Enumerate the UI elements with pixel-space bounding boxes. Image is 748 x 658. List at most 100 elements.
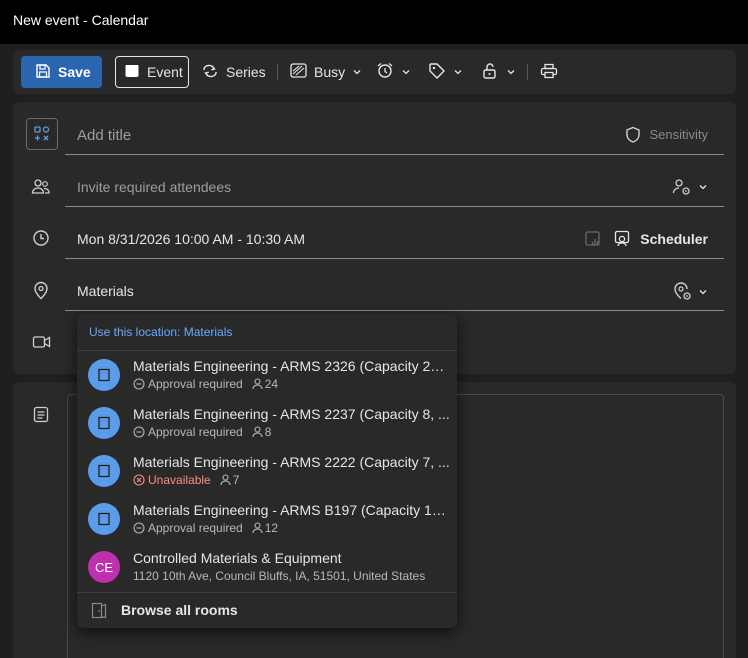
busy-dropdown[interactable]: Busy [290, 56, 362, 88]
approval-required-icon [133, 378, 145, 390]
room-capacity-value: 8 [264, 425, 272, 439]
chevron-down-icon [507, 70, 515, 75]
save-label: Save [58, 64, 91, 80]
location-input[interactable]: Materials [77, 283, 134, 299]
building-icon [98, 512, 110, 526]
room-suggestion[interactable]: Materials Engineering - ARMS 2237 (Capac… [77, 399, 457, 447]
room-capacity: 12 [252, 521, 278, 535]
approval-required-icon [133, 426, 145, 438]
room-meta: Approval required 8 [133, 425, 271, 439]
contact-address: 1120 10th Ave, Council Bluffs, IA, 51501… [133, 569, 426, 583]
room-capacity: 8 [252, 425, 272, 439]
sensitivity-button[interactable]: Sensitivity [625, 126, 708, 143]
location-settings-icon [674, 282, 691, 300]
room-status: Unavailable [148, 473, 211, 487]
video-call-icon [30, 331, 52, 353]
datetime-value[interactable]: Mon 8/31/2026 10:00 AM - 10:30 AM [77, 231, 305, 247]
title-input[interactable]: Add title [77, 127, 131, 144]
repeat-icon [201, 63, 219, 82]
privacy-dropdown[interactable] [481, 56, 516, 88]
chevron-down-icon [699, 289, 707, 294]
save-icon [35, 63, 51, 82]
room-suggestion[interactable]: Materials Engineering - ARMS 2326 (Capac… [77, 351, 457, 399]
room-meta: Approval required 24 [133, 377, 278, 391]
alarm-clock-icon [376, 62, 394, 82]
location-pin-icon [30, 279, 52, 301]
room-status: Approval required [148, 377, 243, 391]
toolbar-divider [527, 64, 528, 80]
room-name: Materials Engineering - ARMS 2237 (Capac… [133, 406, 450, 422]
save-button[interactable]: Save [21, 56, 102, 88]
busy-label: Busy [314, 64, 346, 80]
location-options-button[interactable] [673, 282, 708, 301]
room-name: Materials Engineering - ARMS 2222 (Capac… [133, 454, 450, 470]
contact-suggestion[interactable]: CE Controlled Materials & Equipment 1120… [77, 543, 457, 591]
unavailable-icon [133, 474, 145, 486]
categorize-dropdown[interactable] [428, 56, 463, 88]
room-meta: Unavailable 7 [133, 473, 239, 487]
chevron-down-icon [353, 70, 361, 75]
attendee-options-button[interactable] [672, 178, 708, 196]
series-button[interactable]: Series [201, 56, 266, 88]
attendees-icon [30, 175, 52, 197]
use-this-location-link[interactable]: Use this location: Materials [89, 325, 232, 339]
attendees-field[interactable]: Invite required attendees [65, 167, 724, 207]
apps-icon [34, 126, 50, 141]
approval-required-icon [133, 522, 145, 534]
title-bar: New event - Calendar [0, 0, 748, 44]
room-avatar [88, 407, 120, 439]
scheduler-label: Scheduler [640, 230, 708, 247]
location-field[interactable]: Materials [65, 271, 724, 311]
person-icon [252, 378, 263, 390]
shield-icon [626, 126, 641, 143]
person-icon [252, 522, 263, 534]
scheduler-button[interactable]: Scheduler [614, 230, 708, 247]
location-suggestions-dropdown: Use this location: Materials Materials E… [77, 314, 457, 628]
event-label: Event [147, 64, 183, 80]
building-icon [98, 464, 110, 478]
room-capacity-value: 12 [264, 521, 279, 535]
chevron-down-icon [402, 70, 410, 75]
room-finder-icon[interactable] [584, 230, 602, 253]
browse-all-rooms-label: Browse all rooms [121, 602, 238, 618]
room-capacity-value: 24 [264, 377, 279, 391]
person-icon [220, 474, 231, 486]
sensitivity-label: Sensitivity [649, 127, 708, 142]
event-icon-picker[interactable] [26, 118, 58, 150]
clock-icon [30, 227, 52, 249]
room-finder-icon [91, 602, 107, 624]
toolbar-divider [277, 64, 278, 80]
busy-status-icon [290, 63, 307, 81]
person-icon [252, 426, 263, 438]
room-avatar [88, 455, 120, 487]
print-button[interactable] [540, 56, 558, 88]
room-name: Materials Engineering - ARMS 2326 (Capac… [133, 358, 451, 374]
browse-all-rooms-button[interactable]: Browse all rooms [77, 593, 457, 627]
room-status: Approval required [148, 425, 243, 439]
tag-icon [428, 62, 446, 82]
room-avatar [88, 503, 120, 535]
contact-avatar: CE [88, 551, 120, 583]
event-button[interactable]: Event [115, 56, 189, 88]
chevron-down-icon [454, 70, 462, 75]
room-avatar [88, 359, 120, 391]
datetime-field[interactable]: Mon 8/31/2026 10:00 AM - 10:30 AM Schedu… [65, 219, 724, 259]
room-suggestion[interactable]: Materials Engineering - ARMS B197 (Capac… [77, 495, 457, 543]
notes-icon [30, 403, 52, 425]
series-label: Series [226, 64, 266, 80]
room-capacity-value: 7 [232, 473, 240, 487]
room-suggestion[interactable]: Materials Engineering - ARMS 2222 (Capac… [77, 447, 457, 495]
attendees-input[interactable]: Invite required attendees [77, 179, 231, 195]
room-name: Materials Engineering - ARMS B197 (Capac… [133, 502, 451, 518]
contact-name: Controlled Materials & Equipment [133, 550, 342, 566]
window-title: New event - Calendar [13, 12, 149, 28]
scheduler-icon [615, 230, 630, 247]
building-icon [98, 416, 110, 430]
people-settings-icon [672, 179, 690, 195]
title-field[interactable]: Add title Sensitivity [65, 115, 724, 155]
room-meta: Approval required 12 [133, 521, 278, 535]
room-capacity: 24 [252, 377, 278, 391]
toolbar: Save Event Series Busy [13, 50, 736, 94]
reminder-dropdown[interactable] [376, 56, 411, 88]
unlock-icon [481, 62, 499, 82]
